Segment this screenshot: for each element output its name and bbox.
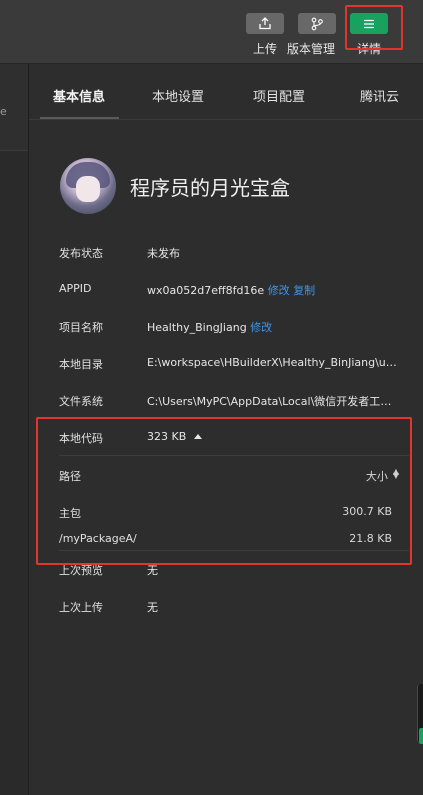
project-name-edit-link[interactable]: 修改 [250,321,272,334]
local-code-highlight-box [36,417,412,565]
tab-bar: 基本信息 本地设置 项目配置 腾讯云 [29,64,423,120]
tab-tencent-cloud[interactable]: 腾讯云 [360,86,399,105]
avatar [60,158,116,214]
local-dir-key: 本地目录 [59,358,103,371]
upload-label: 上传 [252,42,277,56]
project-name-value-group: Healthy_BingJiang 修改 [147,319,272,335]
last-upload-key: 上次上传 [59,601,103,614]
appid-value: wx0a052d7eff8fd16e [147,284,265,297]
project-name-value: Healthy_BingJiang [147,321,247,334]
version-button[interactable] [298,13,336,34]
left-pane: e [0,64,29,795]
upload-tool[interactable]: 上传 [245,13,285,57]
version-label: 版本管理 [286,42,335,56]
account-name: 程序员的月光宝盒 [130,176,290,200]
tab-local-settings[interactable]: 本地设置 [152,86,204,105]
publish-status-key: 发布状态 [59,247,103,260]
details-highlight-box [345,5,403,50]
version-tool[interactable]: 版本管理 [287,13,337,57]
active-tab-indicator [40,117,119,119]
appid-edit-link[interactable]: 修改 [268,284,290,297]
publish-status-value: 未发布 [147,247,180,260]
tab-basic-info[interactable]: 基本信息 [53,86,105,105]
left-pane-header: e [0,64,28,151]
branch-icon [311,17,323,30]
appid-key: APPID [59,282,92,295]
appid-copy-link[interactable]: 复制 [293,284,315,297]
appid-value-group: wx0a052d7eff8fd16e 修改 复制 [147,282,315,298]
side-drawer-indicator [419,728,423,744]
avatar-face [76,176,100,202]
tab-project-config[interactable]: 项目配置 [253,86,305,105]
upload-button[interactable] [246,13,284,34]
upload-icon [259,17,271,30]
file-system-link[interactable]: C:\Users\MyPC\AppData\Local\微信开发者工具... [147,393,397,409]
file-system-key: 文件系统 [59,395,103,408]
local-dir-link[interactable]: E:\workspace\HBuilderX\Healthy_BinJiang\… [147,356,397,369]
project-name-key: 项目名称 [59,321,103,334]
last-upload-value: 无 [147,601,158,614]
left-pane-fragment: e [0,105,7,118]
